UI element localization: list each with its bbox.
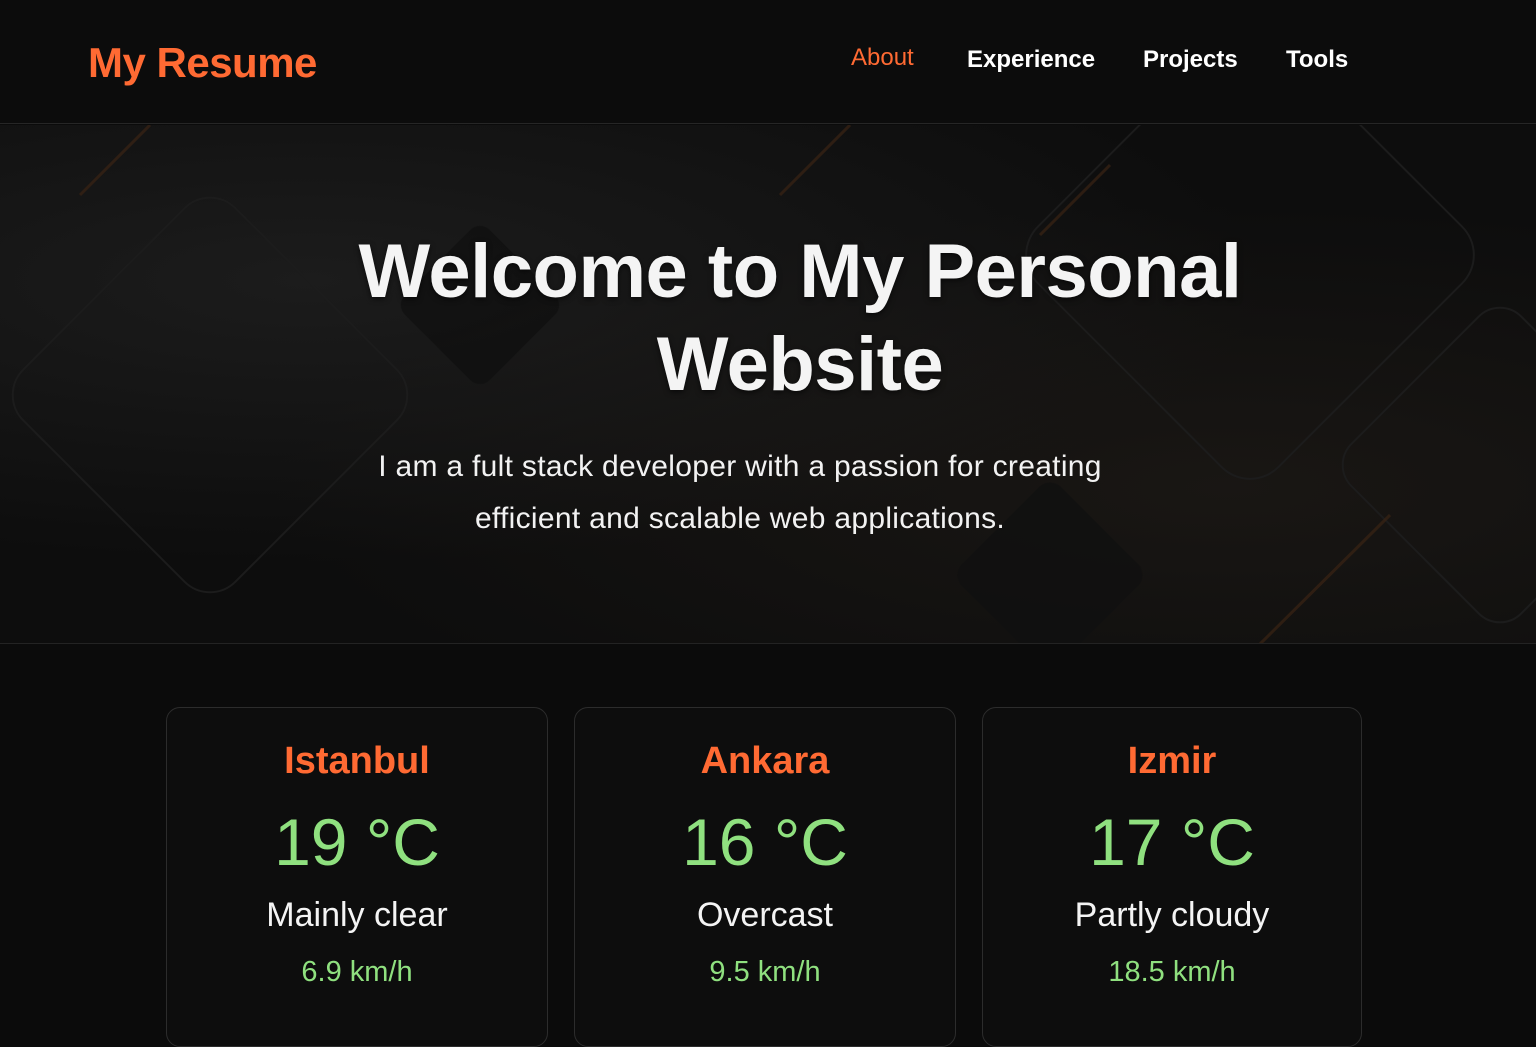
hero-section: Welcome to My Personal Website I am a fu… xyxy=(0,125,1536,644)
nav-link-experience[interactable]: Experience xyxy=(967,42,1095,78)
weather-wind-speed: 18.5 km/h xyxy=(1108,956,1236,988)
weather-temperature: 16 °C xyxy=(682,805,848,879)
weather-city: Istanbul xyxy=(284,740,430,782)
weather-condition: Mainly clear xyxy=(266,896,448,934)
nav-link-projects[interactable]: Projects xyxy=(1143,42,1238,78)
weather-card-izmir: Izmir 17 °C Partly cloudy 18.5 km/h xyxy=(982,707,1362,1047)
hero-title-line2: Website xyxy=(656,322,944,407)
nav-link-about[interactable]: About xyxy=(851,40,914,76)
weather-condition: Partly cloudy xyxy=(1074,896,1270,934)
weather-condition: Overcast xyxy=(696,896,834,934)
nav-link-tools[interactable]: Tools xyxy=(1286,42,1348,78)
weather-temperature: 19 °C xyxy=(274,805,440,879)
weather-card-ankara: Ankara 16 °C Overcast 9.5 km/h xyxy=(574,707,956,1047)
hero-subtitle-line1: I am a fult stack developer with a passi… xyxy=(378,450,1102,483)
main-nav: About Experience Projects Tools xyxy=(0,42,1536,78)
weather-wind-speed: 6.9 km/h xyxy=(301,956,413,988)
weather-city: Izmir xyxy=(1127,740,1217,782)
weather-card-istanbul: Istanbul 19 °C Mainly clear 6.9 km/h xyxy=(166,707,548,1047)
hero-title-line1: Welcome to My Personal xyxy=(358,229,1242,314)
weather-section: Istanbul 19 °C Mainly clear 6.9 km/h Ank… xyxy=(0,645,1536,1047)
hero-title: Welcome to My Personal Website xyxy=(268,225,1332,411)
hero-subtitle: I am a fult stack developer with a passi… xyxy=(318,441,1162,545)
top-navbar: My Resume About Experience Projects Tool… xyxy=(0,0,1536,124)
weather-wind-speed: 9.5 km/h xyxy=(709,956,821,988)
weather-temperature: 17 °C xyxy=(1089,805,1255,879)
hero-subtitle-line2: efficient and scalable web applications. xyxy=(474,502,1006,535)
weather-city: Ankara xyxy=(700,740,830,782)
